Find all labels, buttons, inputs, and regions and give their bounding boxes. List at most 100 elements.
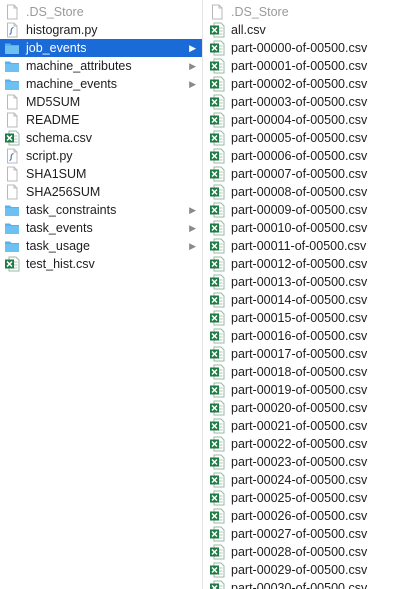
file-item-part-00030-of-00500-csv[interactable]: part-00030-of-00500.csv <box>203 579 406 589</box>
excel-csv-icon <box>209 364 225 380</box>
excel-csv-icon <box>209 562 225 578</box>
file-item-part-00013-of-00500-csv[interactable]: part-00013-of-00500.csv <box>203 273 406 291</box>
file-item-part-00029-of-00500-csv[interactable]: part-00029-of-00500.csv <box>203 561 406 579</box>
file-item-part-00022-of-00500-csv[interactable]: part-00022-of-00500.csv <box>203 435 406 453</box>
item-label: part-00006-of-00500.csv <box>231 149 368 163</box>
file-item-schema-csv[interactable]: schema.csv <box>0 129 202 147</box>
item-label: part-00011-of-00500.csv <box>231 239 367 253</box>
file-item-sha256sum[interactable]: SHA256SUM <box>0 183 202 201</box>
item-label: part-00004-of-00500.csv <box>231 113 368 127</box>
excel-csv-icon <box>209 490 225 506</box>
file-item-part-00005-of-00500-csv[interactable]: part-00005-of-00500.csv <box>203 129 406 147</box>
folder-icon <box>4 238 20 254</box>
excel-csv-icon <box>4 130 20 146</box>
folder-item-job-events[interactable]: job_events ▶ <box>0 39 202 57</box>
item-label: part-00015-of-00500.csv <box>231 311 368 325</box>
excel-csv-icon <box>209 220 225 236</box>
file-item-part-00027-of-00500-csv[interactable]: part-00027-of-00500.csv <box>203 525 406 543</box>
file-item-histogram-py[interactable]: histogram.py <box>0 21 202 39</box>
excel-csv-icon <box>4 256 20 272</box>
excel-csv-icon <box>209 76 225 92</box>
item-label: part-00026-of-00500.csv <box>231 509 368 523</box>
file-item-part-00004-of-00500-csv[interactable]: part-00004-of-00500.csv <box>203 111 406 129</box>
file-item-part-00006-of-00500-csv[interactable]: part-00006-of-00500.csv <box>203 147 406 165</box>
file-item-part-00023-of-00500-csv[interactable]: part-00023-of-00500.csv <box>203 453 406 471</box>
file-item-part-00021-of-00500-csv[interactable]: part-00021-of-00500.csv <box>203 417 406 435</box>
file-item-part-00018-of-00500-csv[interactable]: part-00018-of-00500.csv <box>203 363 406 381</box>
item-label: task_constraints <box>26 203 117 217</box>
item-label: part-00021-of-00500.csv <box>231 419 368 433</box>
blank-doc-icon <box>4 112 20 128</box>
excel-csv-icon <box>209 148 225 164</box>
excel-csv-icon <box>209 310 225 326</box>
file-item-part-00001-of-00500-csv[interactable]: part-00001-of-00500.csv <box>203 57 406 75</box>
blank-doc-icon <box>4 94 20 110</box>
file-item-part-00025-of-00500-csv[interactable]: part-00025-of-00500.csv <box>203 489 406 507</box>
item-label: part-00007-of-00500.csv <box>231 167 368 181</box>
excel-csv-icon <box>209 184 225 200</box>
file-item-part-00024-of-00500-csv[interactable]: part-00024-of-00500.csv <box>203 471 406 489</box>
file-item-part-00010-of-00500-csv[interactable]: part-00010-of-00500.csv <box>203 219 406 237</box>
folder-item-task-constraints[interactable]: task_constraints ▶ <box>0 201 202 219</box>
file-item-part-00014-of-00500-csv[interactable]: part-00014-of-00500.csv <box>203 291 406 309</box>
excel-csv-icon <box>209 112 225 128</box>
file-item-part-00020-of-00500-csv[interactable]: part-00020-of-00500.csv <box>203 399 406 417</box>
file-item-part-00007-of-00500-csv[interactable]: part-00007-of-00500.csv <box>203 165 406 183</box>
file-item-part-00012-of-00500-csv[interactable]: part-00012-of-00500.csv <box>203 255 406 273</box>
blank-doc-icon <box>4 166 20 182</box>
item-label: part-00016-of-00500.csv <box>231 329 368 343</box>
file-item-ds-store[interactable]: .DS_Store <box>203 3 406 21</box>
excel-csv-icon <box>209 22 225 38</box>
item-label: part-00001-of-00500.csv <box>231 59 368 73</box>
blank-doc-icon <box>4 4 20 20</box>
column-job-events[interactable]: .DS_Store all.csv part-00000-of-00500.csv p… <box>203 0 406 589</box>
item-label: part-00010-of-00500.csv <box>231 221 368 235</box>
file-item-part-00009-of-00500-csv[interactable]: part-00009-of-00500.csv <box>203 201 406 219</box>
chevron-right-icon: ▶ <box>189 43 196 53</box>
file-item-ds-store[interactable]: .DS_Store <box>0 3 202 21</box>
file-item-part-00015-of-00500-csv[interactable]: part-00015-of-00500.csv <box>203 309 406 327</box>
item-label: part-00028-of-00500.csv <box>231 545 368 559</box>
file-item-test-hist-csv[interactable]: test_hist.csv <box>0 255 202 273</box>
folder-item-task-events[interactable]: task_events ▶ <box>0 219 202 237</box>
item-label: part-00019-of-00500.csv <box>231 383 368 397</box>
file-item-md5sum[interactable]: MD5SUM <box>0 93 202 111</box>
file-item-all-csv[interactable]: all.csv <box>203 21 406 39</box>
item-label: part-00005-of-00500.csv <box>231 131 368 145</box>
excel-csv-icon <box>209 436 225 452</box>
folder-item-task-usage[interactable]: task_usage ▶ <box>0 237 202 255</box>
item-label: part-00000-of-00500.csv <box>231 41 368 55</box>
excel-csv-icon <box>209 454 225 470</box>
file-item-part-00028-of-00500-csv[interactable]: part-00028-of-00500.csv <box>203 543 406 561</box>
file-item-part-00008-of-00500-csv[interactable]: part-00008-of-00500.csv <box>203 183 406 201</box>
excel-csv-icon <box>209 238 225 254</box>
file-item-part-00003-of-00500-csv[interactable]: part-00003-of-00500.csv <box>203 93 406 111</box>
item-label: machine_events <box>26 77 118 91</box>
python-script-icon <box>4 148 20 164</box>
file-item-part-00002-of-00500-csv[interactable]: part-00002-of-00500.csv <box>203 75 406 93</box>
item-label: part-00020-of-00500.csv <box>231 401 368 415</box>
folder-item-machine-events[interactable]: machine_events ▶ <box>0 75 202 93</box>
item-label: part-00003-of-00500.csv <box>231 95 368 109</box>
excel-csv-icon <box>209 202 225 218</box>
excel-csv-icon <box>209 130 225 146</box>
blank-doc-icon <box>4 184 20 200</box>
file-item-part-00019-of-00500-csv[interactable]: part-00019-of-00500.csv <box>203 381 406 399</box>
column-parent[interactable]: .DS_Store histogram.py job_events ▶ machine_… <box>0 0 203 589</box>
file-item-part-00000-of-00500-csv[interactable]: part-00000-of-00500.csv <box>203 39 406 57</box>
excel-csv-icon <box>209 418 225 434</box>
file-item-part-00017-of-00500-csv[interactable]: part-00017-of-00500.csv <box>203 345 406 363</box>
file-item-sha1sum[interactable]: SHA1SUM <box>0 165 202 183</box>
file-item-script-py[interactable]: script.py <box>0 147 202 165</box>
file-item-part-00016-of-00500-csv[interactable]: part-00016-of-00500.csv <box>203 327 406 345</box>
folder-item-machine-attributes[interactable]: machine_attributes ▶ <box>0 57 202 75</box>
item-label: test_hist.csv <box>26 257 95 271</box>
blank-doc-icon <box>209 4 225 20</box>
file-item-part-00011-of-00500-csv[interactable]: part-00011-of-00500.csv <box>203 237 406 255</box>
item-label: SHA256SUM <box>26 185 101 199</box>
excel-csv-icon <box>209 292 225 308</box>
file-item-part-00026-of-00500-csv[interactable]: part-00026-of-00500.csv <box>203 507 406 525</box>
excel-csv-icon <box>209 544 225 560</box>
excel-csv-icon <box>209 40 225 56</box>
file-item-readme[interactable]: README <box>0 111 202 129</box>
